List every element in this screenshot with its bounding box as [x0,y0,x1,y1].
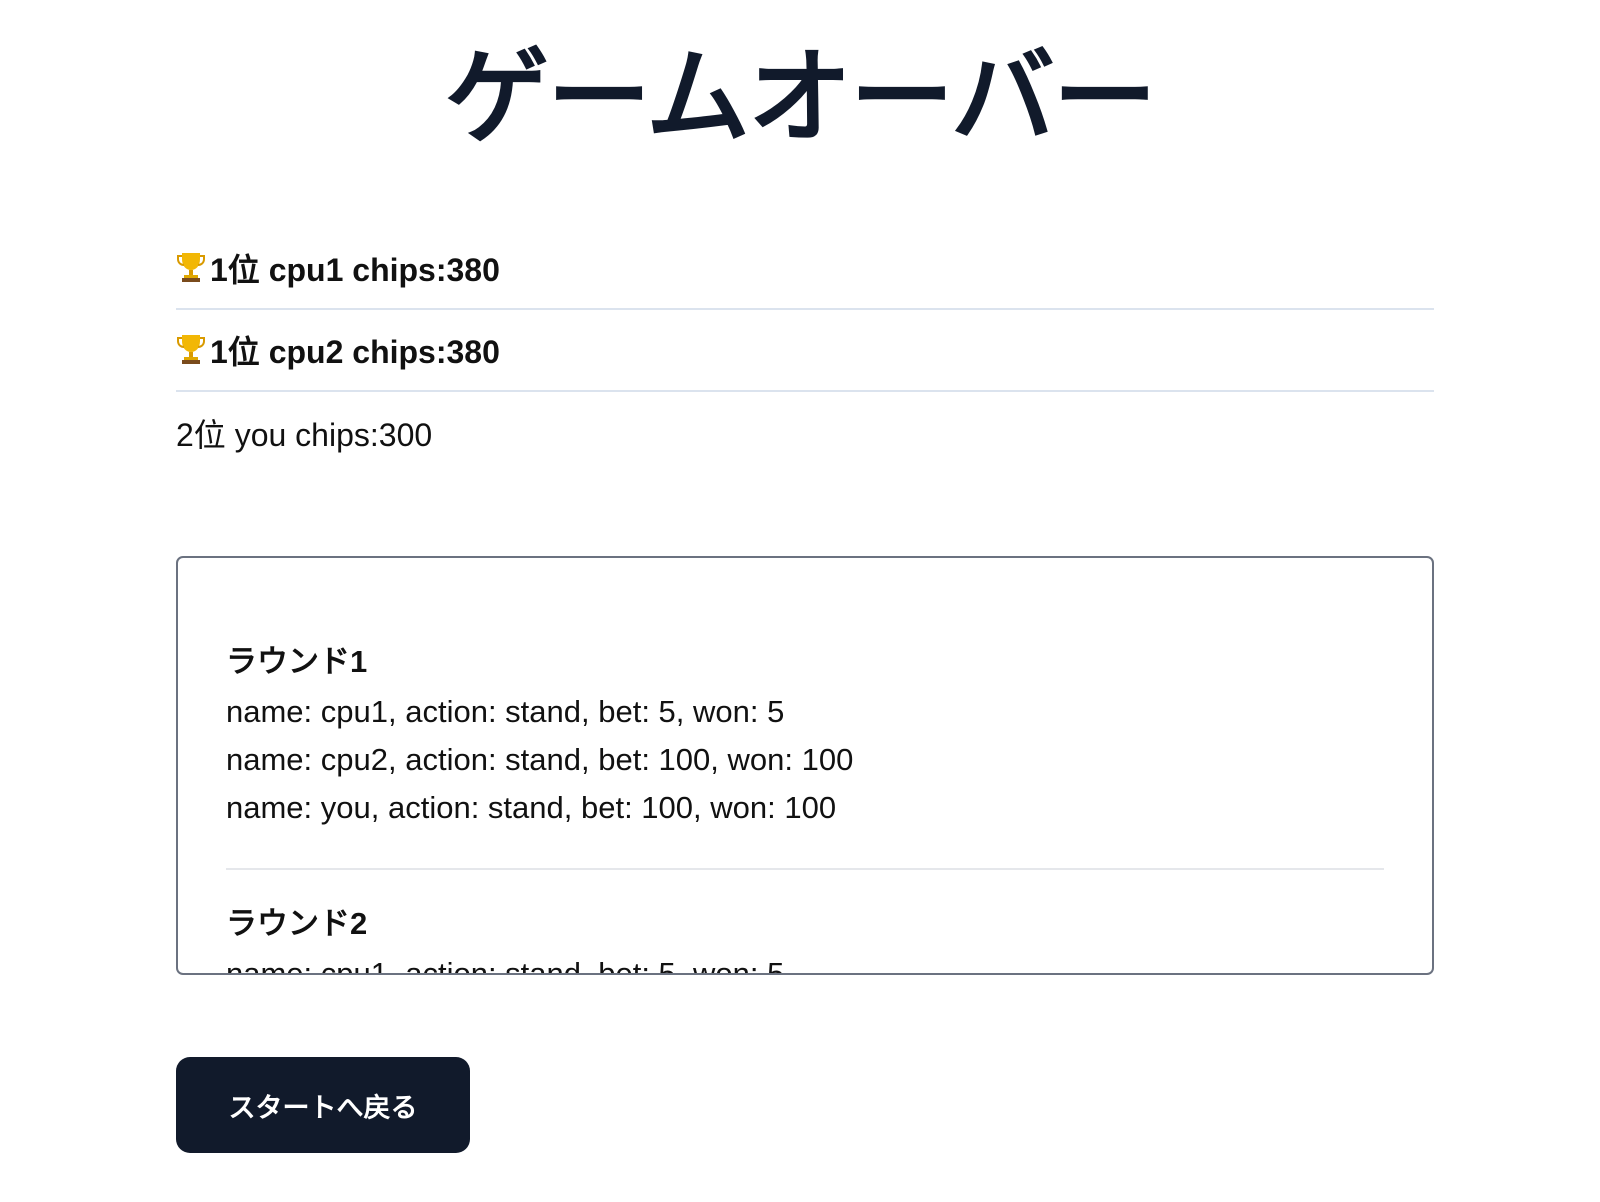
ranking-item: 2位 you chips:300 [176,392,1434,474]
round-title: ラウンド2 [226,906,368,941]
trophy-icon [177,335,205,364]
ranking-list: 1位 cpu1 chips:380 1位 cpu2 chips:380 2位 y… [176,228,1434,474]
round-section: ラウンド1 name: cpu1, action: stand, bet: 5,… [226,642,1384,870]
trophy-icon [177,253,205,282]
round-title: ラウンド1 [226,644,368,679]
ranking-item: 1位 cpu2 chips:380 [176,310,1434,392]
ranking-text: 1位 cpu1 chips:380 [210,252,500,288]
round-entry: name: cpu1, action: stand, bet: 5, won: … [226,956,785,975]
page-title: ゲームオーバー [445,36,1157,158]
round-section: ラウンド2 name: cpu1, action: stand, bet: 5,… [226,904,1384,975]
ranking-item: 1位 cpu1 chips:380 [176,228,1434,310]
ranking-text: 1位 cpu2 chips:380 [210,334,500,370]
ranking-text: 2位 you chips:300 [176,417,433,453]
round-entry: name: cpu1, action: stand, bet: 5, won: … [226,694,785,729]
back-to-start-button[interactable]: スタートへ戻る [176,1057,470,1153]
round-log-content: ラウンド1 name: cpu1, action: stand, bet: 5,… [178,558,1432,975]
round-entry: name: cpu2, action: stand, bet: 100, won… [226,742,854,777]
round-log-panel[interactable]: ラウンド1 name: cpu1, action: stand, bet: 5,… [176,556,1434,975]
round-entry: name: you, action: stand, bet: 100, won:… [226,790,837,825]
